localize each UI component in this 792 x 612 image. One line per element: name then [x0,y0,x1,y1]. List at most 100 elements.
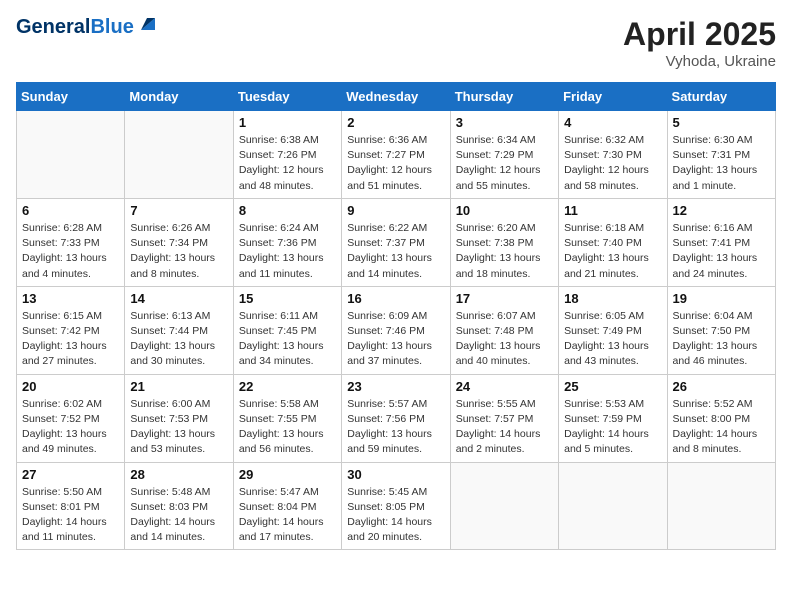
day-info: Sunrise: 6:38 AMSunset: 7:26 PMDaylight:… [239,133,336,194]
week-row-1: 1 Sunrise: 6:38 AMSunset: 7:26 PMDaylight… [17,111,776,199]
day-info: Sunrise: 5:48 AMSunset: 8:03 PMDaylight:… [130,485,227,546]
page-header: GeneralBlue April 2025 Vyhoda, Ukraine [16,16,776,70]
day-cell: 19 Sunrise: 6:04 AMSunset: 7:50 PMDayligh… [667,286,775,374]
day-number: 12 [673,203,770,218]
day-info: Sunrise: 6:15 AMSunset: 7:42 PMDaylight:… [22,309,119,370]
day-cell [667,462,775,550]
day-cell: 26 Sunrise: 5:52 AMSunset: 8:00 PMDayligh… [667,374,775,462]
day-info: Sunrise: 6:02 AMSunset: 7:52 PMDaylight:… [22,397,119,458]
day-number: 17 [456,291,553,306]
day-cell: 20 Sunrise: 6:02 AMSunset: 7:52 PMDayligh… [17,374,125,462]
week-row-2: 6 Sunrise: 6:28 AMSunset: 7:33 PMDaylight… [17,198,776,286]
day-info: Sunrise: 6:28 AMSunset: 7:33 PMDaylight:… [22,221,119,282]
day-number: 9 [347,203,444,218]
day-number: 14 [130,291,227,306]
day-info: Sunrise: 6:34 AMSunset: 7:29 PMDaylight:… [456,133,553,194]
day-info: Sunrise: 6:36 AMSunset: 7:27 PMDaylight:… [347,133,444,194]
day-cell: 23Sunrise: 5:57 AMSunset: 7:56 PMDayligh… [342,374,450,462]
day-info: Sunrise: 6:07 AMSunset: 7:48 PMDaylight:… [456,309,553,370]
day-number: 10 [456,203,553,218]
day-info: Sunrise: 6:26 AMSunset: 7:34 PMDaylight:… [130,221,227,282]
title-block: April 2025 Vyhoda, Ukraine [623,16,776,70]
weekday-header-friday: Friday [559,83,667,111]
day-number: 16 [347,291,444,306]
day-cell: 30Sunrise: 5:45 AMSunset: 8:05 PMDayligh… [342,462,450,550]
day-cell: 24Sunrise: 5:55 AMSunset: 7:57 PMDayligh… [450,374,558,462]
day-number: 22 [239,379,336,394]
day-number: 7 [130,203,227,218]
day-number: 26 [673,379,770,394]
day-number: 4 [564,115,661,130]
calendar-table: SundayMondayTuesdayWednesdayThursdayFrid… [16,82,776,550]
day-cell: 1 Sunrise: 6:38 AMSunset: 7:26 PMDaylight… [233,111,341,199]
day-cell: 29 Sunrise: 5:47 AMSunset: 8:04 PMDayligh… [233,462,341,550]
day-cell: 21Sunrise: 6:00 AMSunset: 7:53 PMDayligh… [125,374,233,462]
day-info: Sunrise: 6:30 AMSunset: 7:31 PMDaylight:… [673,133,770,194]
day-cell: 27 Sunrise: 5:50 AMSunset: 8:01 PMDayligh… [17,462,125,550]
day-cell: 7 Sunrise: 6:26 AMSunset: 7:34 PMDaylight… [125,198,233,286]
day-cell: 28 Sunrise: 5:48 AMSunset: 8:03 PMDayligh… [125,462,233,550]
weekday-header-saturday: Saturday [667,83,775,111]
day-number: 27 [22,467,119,482]
day-number: 30 [347,467,444,482]
day-cell: 3 Sunrise: 6:34 AMSunset: 7:29 PMDaylight… [450,111,558,199]
day-cell: 6 Sunrise: 6:28 AMSunset: 7:33 PMDaylight… [17,198,125,286]
day-info: Sunrise: 5:52 AMSunset: 8:00 PMDaylight:… [673,397,770,458]
weekday-header-wednesday: Wednesday [342,83,450,111]
day-number: 28 [130,467,227,482]
day-cell [450,462,558,550]
day-info: Sunrise: 6:04 AMSunset: 7:50 PMDaylight:… [673,309,770,370]
day-number: 2 [347,115,444,130]
day-cell [17,111,125,199]
day-cell: 16 Sunrise: 6:09 AMSunset: 7:46 PMDayligh… [342,286,450,374]
day-number: 21 [130,379,227,394]
day-cell: 14 Sunrise: 6:13 AMSunset: 7:44 PMDayligh… [125,286,233,374]
day-info: Sunrise: 6:13 AMSunset: 7:44 PMDaylight:… [130,309,227,370]
day-cell: 4 Sunrise: 6:32 AMSunset: 7:30 PMDaylight… [559,111,667,199]
day-number: 1 [239,115,336,130]
day-cell: 2 Sunrise: 6:36 AMSunset: 7:27 PMDaylight… [342,111,450,199]
weekday-header-sunday: Sunday [17,83,125,111]
logo-text: GeneralBlue [16,16,134,38]
day-info: Sunrise: 5:50 AMSunset: 8:01 PMDaylight:… [22,485,119,546]
week-row-4: 20 Sunrise: 6:02 AMSunset: 7:52 PMDayligh… [17,374,776,462]
day-number: 3 [456,115,553,130]
location: Vyhoda, Ukraine [623,53,776,70]
day-number: 8 [239,203,336,218]
day-cell [125,111,233,199]
day-info: Sunrise: 6:20 AMSunset: 7:38 PMDaylight:… [456,221,553,282]
day-cell: 12 Sunrise: 6:16 AMSunset: 7:41 PMDayligh… [667,198,775,286]
day-info: Sunrise: 6:18 AMSunset: 7:40 PMDaylight:… [564,221,661,282]
day-info: Sunrise: 5:55 AMSunset: 7:57 PMDaylight:… [456,397,553,458]
weekday-header-row: SundayMondayTuesdayWednesdayThursdayFrid… [17,83,776,111]
day-info: Sunrise: 6:11 AMSunset: 7:45 PMDaylight:… [239,309,336,370]
day-info: Sunrise: 6:09 AMSunset: 7:46 PMDaylight:… [347,309,444,370]
week-row-3: 13 Sunrise: 6:15 AMSunset: 7:42 PMDayligh… [17,286,776,374]
day-info: Sunrise: 5:57 AMSunset: 7:56 PMDaylight:… [347,397,444,458]
day-number: 6 [22,203,119,218]
day-cell: 18 Sunrise: 6:05 AMSunset: 7:49 PMDayligh… [559,286,667,374]
day-cell: 9 Sunrise: 6:22 AMSunset: 7:37 PMDaylight… [342,198,450,286]
day-number: 20 [22,379,119,394]
day-info: Sunrise: 6:05 AMSunset: 7:49 PMDaylight:… [564,309,661,370]
day-info: Sunrise: 6:16 AMSunset: 7:41 PMDaylight:… [673,221,770,282]
day-cell: 8Sunrise: 6:24 AMSunset: 7:36 PMDaylight… [233,198,341,286]
month-title: April 2025 [623,16,776,53]
day-cell [559,462,667,550]
day-number: 5 [673,115,770,130]
day-info: Sunrise: 5:58 AMSunset: 7:55 PMDaylight:… [239,397,336,458]
week-row-5: 27 Sunrise: 5:50 AMSunset: 8:01 PMDayligh… [17,462,776,550]
logo: GeneralBlue [16,16,159,38]
day-cell: 15 Sunrise: 6:11 AMSunset: 7:45 PMDayligh… [233,286,341,374]
logo-icon [137,12,159,34]
day-cell: 10 Sunrise: 6:20 AMSunset: 7:38 PMDayligh… [450,198,558,286]
day-number: 19 [673,291,770,306]
day-number: 13 [22,291,119,306]
day-info: Sunrise: 6:32 AMSunset: 7:30 PMDaylight:… [564,133,661,194]
day-info: Sunrise: 6:22 AMSunset: 7:37 PMDaylight:… [347,221,444,282]
day-number: 15 [239,291,336,306]
day-number: 18 [564,291,661,306]
day-info: Sunrise: 5:47 AMSunset: 8:04 PMDaylight:… [239,485,336,546]
day-number: 11 [564,203,661,218]
day-number: 29 [239,467,336,482]
